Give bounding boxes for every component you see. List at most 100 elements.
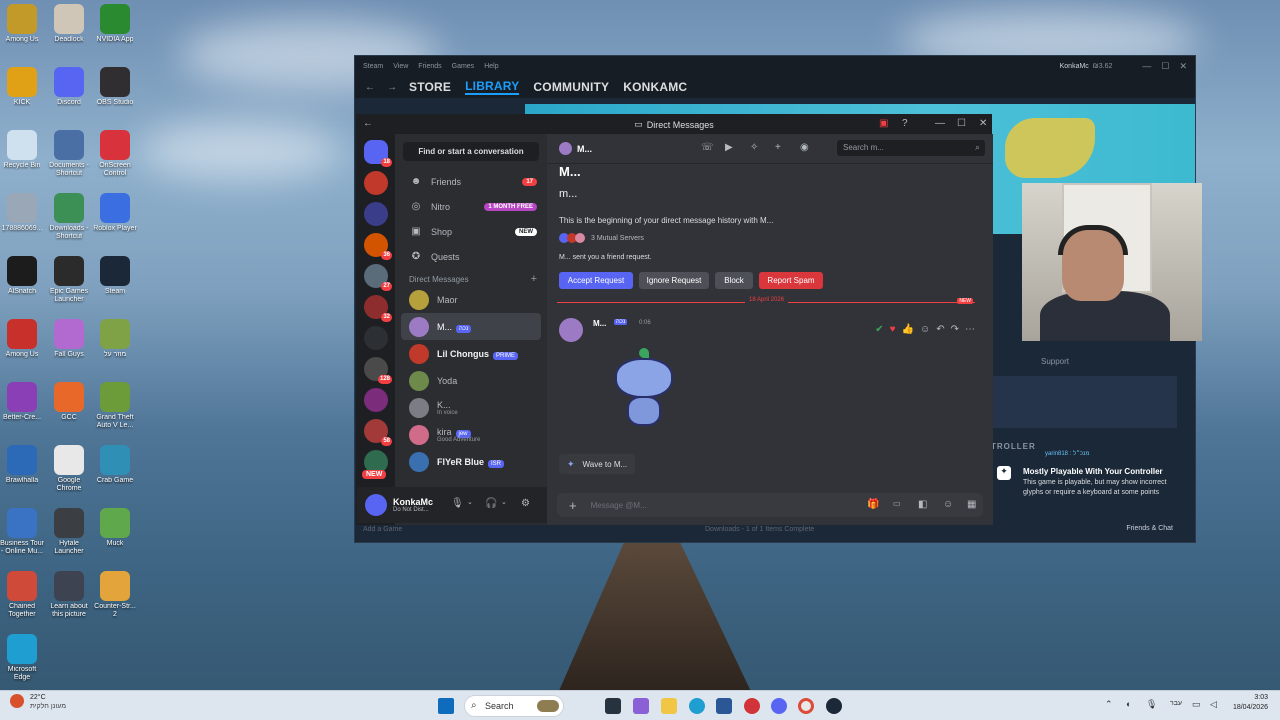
- edge-icon[interactable]: [689, 698, 705, 714]
- start-windows-icon[interactable]: [438, 698, 454, 714]
- steam-account-name[interactable]: KonkaMc: [1060, 63, 1089, 70]
- dm-item-yoda[interactable]: Yoda: [395, 367, 547, 394]
- task-view-icon[interactable]: [605, 698, 621, 714]
- nav-shop[interactable]: ▣ Shop NEW: [395, 219, 547, 244]
- nav-quests[interactable]: ✪ Quests: [395, 244, 547, 269]
- sticker-icon[interactable]: ◧: [918, 499, 927, 510]
- accept-request-button[interactable]: Accept Request: [559, 272, 633, 289]
- screen-share-icon[interactable]: ▣: [879, 118, 888, 129]
- voice-call-icon[interactable]: ☏: [701, 142, 714, 153]
- message-input[interactable]: Message @M...: [591, 501, 647, 510]
- clock-date[interactable]: 18/04/2026: [1222, 704, 1268, 711]
- volume-icon[interactable]: ◁: [1210, 699, 1217, 710]
- chevron-down-icon[interactable]: ⌄: [467, 498, 473, 506]
- thumbs-up-icon[interactable]: 👍: [902, 324, 914, 335]
- tab-profile[interactable]: KONKAMC: [623, 80, 687, 94]
- desktop-icon-muck[interactable]: Muck: [92, 508, 138, 548]
- server-icon[interactable]: [364, 202, 388, 226]
- desktop-icon-alsnatch[interactable]: AlSnatch: [0, 256, 45, 296]
- desktop-icon-hytale-launcher[interactable]: Hytale Launcher: [46, 508, 92, 556]
- tab-library[interactable]: LIBRARY: [465, 79, 520, 95]
- taskbar-search[interactable]: ⌕ Search: [464, 695, 564, 717]
- steam-menu-steam[interactable]: Steam: [363, 63, 383, 70]
- desktop-icon-microsoft-edge[interactable]: Microsoft Edge: [0, 634, 45, 682]
- support-link[interactable]: Support: [1041, 357, 1069, 366]
- desktop-icon-documents-shortcut[interactable]: Documents - Shortcut: [46, 130, 92, 178]
- forward-icon[interactable]: ↷: [951, 324, 959, 335]
- store-icon[interactable]: [716, 698, 732, 714]
- tab-community[interactable]: COMMUNITY: [533, 80, 609, 94]
- user-name[interactable]: KonkaMc: [393, 497, 433, 507]
- recipient-name[interactable]: M...: [577, 144, 592, 154]
- server-icon[interactable]: 32: [364, 295, 392, 322]
- maximize-icon[interactable]: ☐: [1161, 61, 1169, 72]
- help-icon[interactable]: ?: [902, 118, 908, 129]
- desktop-icon-deadlock[interactable]: Deadlock: [46, 4, 92, 44]
- back-icon[interactable]: ←: [363, 118, 373, 129]
- video-call-icon[interactable]: ▶: [725, 142, 733, 153]
- downloads-status[interactable]: Downloads - 1 of 1 Items Complete: [705, 526, 814, 533]
- desktop-icon-gcc[interactable]: GCC: [46, 382, 92, 422]
- nav-friends[interactable]: ☻ Friends 17: [395, 169, 547, 194]
- minimize-icon[interactable]: —: [1142, 61, 1151, 71]
- more-options-icon[interactable]: ⋯: [965, 324, 975, 335]
- desktop-icon-counter-str-2[interactable]: Counter-Str... 2: [92, 571, 138, 619]
- reply-icon[interactable]: ↶: [936, 324, 944, 335]
- desktop-icon-chained-together[interactable]: Chained Together: [0, 571, 45, 619]
- desktop-icon-obs-studio[interactable]: OBS Studio: [92, 67, 138, 107]
- chrome-icon[interactable]: [798, 698, 814, 714]
- create-dm-icon[interactable]: +: [531, 273, 537, 285]
- chevron-down-icon[interactable]: ⌄: [501, 498, 507, 506]
- discord-taskbar-icon[interactable]: [771, 698, 787, 714]
- apps-icon[interactable]: ▦: [967, 499, 976, 510]
- desktop-icon-nvidia-app[interactable]: NVIDIA App: [92, 4, 138, 44]
- report-spam-button[interactable]: Report Spam: [759, 272, 823, 289]
- clock-time[interactable]: 3:03: [1226, 694, 1268, 701]
- desktop-icon-grand-theft-auto-v-le[interactable]: Grand Theft Auto V Le...: [92, 382, 138, 430]
- tray-icon[interactable]: ◐: [1126, 699, 1131, 709]
- friends-chat-button[interactable]: Friends & Chat: [1126, 525, 1173, 532]
- weather-temp[interactable]: 22°C: [30, 694, 46, 701]
- network-icon[interactable]: ▭: [1192, 699, 1201, 710]
- language-indicator[interactable]: עבר: [1170, 700, 1182, 707]
- desktop-icon-steam[interactable]: Steam: [92, 256, 138, 296]
- desktop-icon-epic-games-launcher[interactable]: Epic Games Launcher: [46, 256, 92, 304]
- block-button[interactable]: Block: [715, 272, 753, 289]
- wave-button[interactable]: ✦ Wave to M...: [559, 454, 636, 474]
- close-icon[interactable]: ✕: [979, 118, 987, 129]
- close-icon[interactable]: ✕: [1179, 61, 1187, 72]
- settings-gear-icon[interactable]: ⚙: [521, 498, 530, 509]
- mutual-servers[interactable]: 3 Mutual Servers: [559, 233, 644, 243]
- avatar[interactable]: [365, 494, 387, 516]
- check-reaction-icon[interactable]: ✔: [875, 324, 883, 335]
- desktop-icon-among-us[interactable]: Among Us: [0, 4, 45, 44]
- desktop-icon-business-tour-online-mu[interactable]: Business Tour - Online Mu...: [0, 508, 45, 556]
- obs-icon[interactable]: [744, 698, 760, 714]
- server-icon[interactable]: 128: [364, 357, 392, 384]
- find-conversation-button[interactable]: Find or start a conversation: [403, 142, 539, 161]
- desktop-icon-kick[interactable]: KICK: [0, 67, 45, 107]
- desktop-icon-item[interactable]: מוזר על: [92, 319, 138, 359]
- maximize-icon[interactable]: ☐: [957, 118, 966, 129]
- desktop-icon-learn-about-this-picture[interactable]: Learn about this picture: [46, 571, 92, 619]
- message-author-avatar[interactable]: [559, 318, 583, 342]
- desktop-icon-google-chrome[interactable]: Google Chrome: [46, 445, 92, 493]
- gif-icon[interactable]: ▭: [893, 499, 901, 508]
- steam-menu-view[interactable]: View: [393, 63, 408, 70]
- microphone-icon[interactable]: 🎙: [451, 498, 464, 509]
- steam-menu-help[interactable]: Help: [484, 63, 498, 70]
- desktop-icon-recycle-bin[interactable]: Recycle Bin: [0, 130, 45, 170]
- server-icon[interactable]: 18: [364, 140, 392, 167]
- desktop-icon-178886069[interactable]: 178886069...: [0, 193, 45, 233]
- emoji-icon[interactable]: ☺: [943, 499, 953, 510]
- desktop-icon-roblox-player[interactable]: Roblox Player: [92, 193, 138, 233]
- gift-icon[interactable]: 🎁: [867, 499, 879, 510]
- desktop-icon-better-cre[interactable]: Better-Cre...: [0, 382, 45, 422]
- add-game-button[interactable]: Add a Game: [363, 526, 402, 533]
- minimize-icon[interactable]: —: [935, 118, 945, 129]
- back-arrow-icon[interactable]: ←: [365, 82, 375, 93]
- wumpus-sticker[interactable]: [609, 348, 679, 428]
- search-input[interactable]: Search m... ⌕: [837, 140, 985, 156]
- server-icon[interactable]: [364, 388, 388, 412]
- server-icon[interactable]: 36: [364, 233, 392, 260]
